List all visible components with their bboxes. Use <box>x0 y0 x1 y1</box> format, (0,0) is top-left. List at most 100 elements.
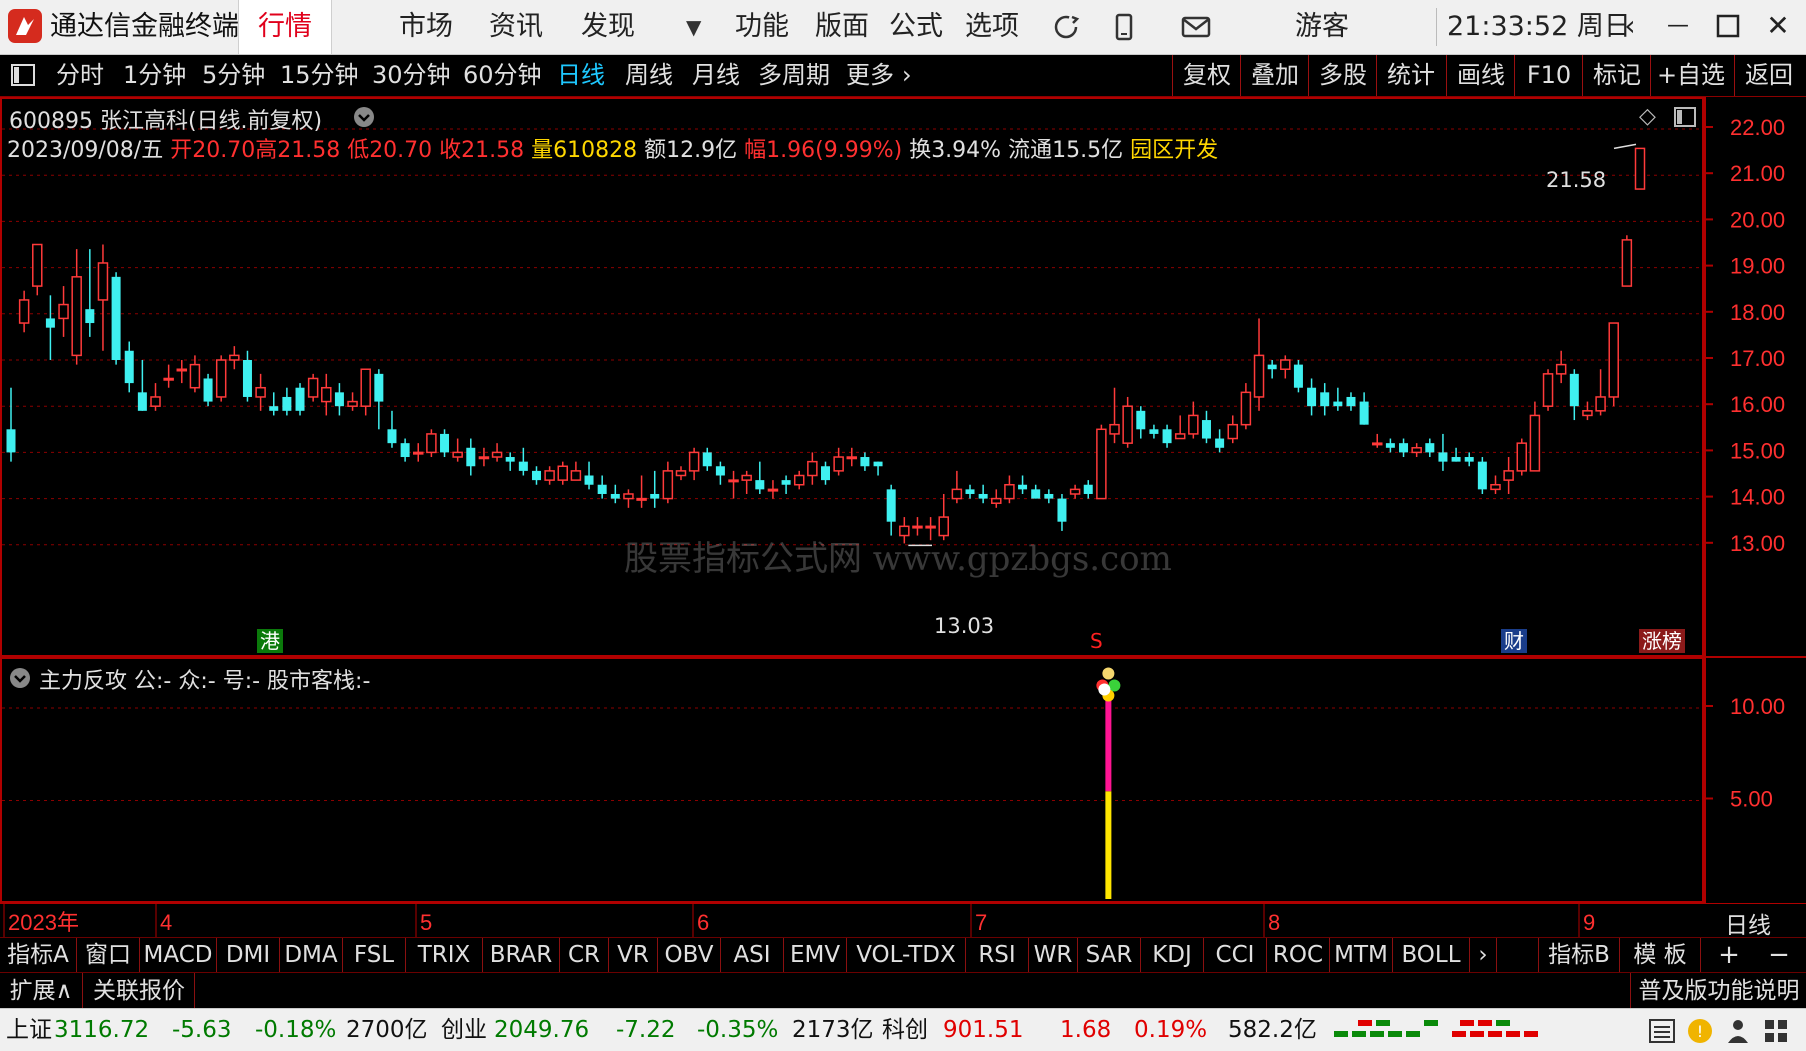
candle[interactable] <box>623 489 634 508</box>
indicator-tab[interactable]: EMV <box>784 938 847 973</box>
candle[interactable] <box>466 438 476 476</box>
candle[interactable] <box>951 470 963 504</box>
candle[interactable] <box>793 470 805 490</box>
candle[interactable] <box>1346 392 1356 411</box>
candle[interactable] <box>111 272 121 365</box>
candle[interactable] <box>662 461 674 504</box>
minimize-icon[interactable]: — <box>1656 6 1700 46</box>
candle[interactable] <box>163 364 174 388</box>
candle[interactable] <box>544 466 555 485</box>
tool-statistics[interactable]: 统计 <box>1376 55 1445 96</box>
chevron-right-icon[interactable]: › <box>1470 938 1497 973</box>
candle[interactable] <box>6 387 16 462</box>
period-5min[interactable]: 5分钟 <box>202 55 265 96</box>
top-gainer-marker[interactable]: 涨榜 <box>1639 629 1685 653</box>
candle[interactable] <box>531 466 541 485</box>
tool-adjust[interactable]: 复权 <box>1172 55 1241 96</box>
alert-icon[interactable]: ! <box>1686 1017 1714 1049</box>
candle[interactable] <box>176 360 188 384</box>
period-60min[interactable]: 60分钟 <box>463 55 542 96</box>
candle[interactable] <box>58 286 69 337</box>
period-15min[interactable]: 15分钟 <box>280 55 359 96</box>
candle[interactable] <box>1621 235 1633 287</box>
period-more[interactable]: 更多 <box>846 55 894 96</box>
indicator-tab[interactable]: DMI <box>217 938 280 973</box>
candle[interactable] <box>570 461 582 481</box>
tool-add-watchlist[interactable]: +自选 <box>1650 55 1731 96</box>
minus-icon[interactable]: − <box>1756 938 1802 973</box>
candle[interactable] <box>1385 438 1395 453</box>
candle[interactable] <box>1083 480 1093 499</box>
candle[interactable] <box>1253 318 1265 411</box>
indicator-tab[interactable]: FSL <box>343 938 406 973</box>
candle[interactable] <box>965 484 975 499</box>
candle[interactable] <box>1634 147 1646 190</box>
chevron-right-icon[interactable]: › <box>902 55 912 96</box>
candle[interactable] <box>1215 429 1225 453</box>
indicator-tab[interactable]: RSI <box>966 938 1029 973</box>
candle[interactable] <box>1529 401 1541 472</box>
candle[interactable] <box>1044 489 1054 504</box>
candle[interactable] <box>452 438 463 462</box>
period-weekly[interactable]: 周线 <box>625 55 673 96</box>
indicator-tab[interactable]: TRIX <box>406 938 483 973</box>
indicator-b-tab[interactable]: 指标B <box>1538 938 1620 973</box>
candle[interactable] <box>189 355 201 393</box>
candle[interactable] <box>715 461 725 485</box>
candle[interactable] <box>1096 424 1107 500</box>
candle[interactable] <box>1582 401 1593 421</box>
candle[interactable] <box>1608 322 1619 407</box>
candle[interactable] <box>1411 443 1422 458</box>
candle[interactable] <box>124 341 134 393</box>
candle[interactable] <box>807 452 818 485</box>
indicator-tab[interactable]: BRAR <box>483 938 560 973</box>
help-button[interactable]: 普及版功能说明 <box>1630 973 1806 1009</box>
indicator-panel[interactable]: 主力反攻 公:- 众:- 号:- 股市客栈:- <box>0 657 1704 903</box>
candle[interactable] <box>1162 424 1172 448</box>
candle[interactable] <box>991 489 1002 508</box>
candle[interactable] <box>360 368 371 416</box>
candle[interactable] <box>150 383 161 411</box>
candle[interactable] <box>1451 447 1461 462</box>
finance-marker[interactable]: 财 <box>1501 629 1527 653</box>
candle[interactable] <box>1031 484 1041 499</box>
candle[interactable] <box>1227 415 1238 444</box>
candle[interactable] <box>597 475 607 499</box>
candle[interactable] <box>1307 378 1317 416</box>
kline-chart-panel[interactable]: 600895 张江高科(日线.前复权) 2023/09/08/五 开20.70高… <box>0 97 1704 657</box>
candle[interactable] <box>1320 383 1330 416</box>
candle[interactable] <box>1477 457 1487 494</box>
related-quotes-button[interactable]: 关联报价 <box>84 973 195 1009</box>
maximize-icon[interactable] <box>1706 6 1750 57</box>
candle[interactable] <box>242 350 252 402</box>
candle[interactable] <box>610 484 620 504</box>
indicator-tab[interactable]: MTM <box>1330 938 1393 973</box>
candle[interactable] <box>702 447 712 471</box>
candle[interactable] <box>1280 355 1291 379</box>
candle[interactable] <box>229 346 240 370</box>
candle[interactable] <box>491 443 503 462</box>
indicator-tab[interactable]: ROC <box>1267 938 1330 973</box>
candle[interactable] <box>650 470 660 508</box>
candle[interactable] <box>1438 433 1448 471</box>
candle[interactable] <box>675 466 687 481</box>
candle[interactable] <box>728 470 739 499</box>
candle[interactable] <box>334 383 344 416</box>
candle[interactable] <box>978 484 988 504</box>
candle[interactable] <box>1069 484 1081 499</box>
candle[interactable] <box>1057 493 1067 531</box>
candle[interactable] <box>1503 457 1514 494</box>
period-timeshare[interactable]: 分时 <box>56 55 104 96</box>
candle[interactable] <box>860 452 870 471</box>
signal-s-marker[interactable]: S <box>1090 629 1103 653</box>
candle[interactable] <box>781 475 791 494</box>
candle[interactable] <box>1399 438 1409 458</box>
candle[interactable] <box>1201 410 1211 444</box>
candle[interactable] <box>282 387 292 416</box>
market-breadth-icon[interactable] <box>1324 1017 1564 1045</box>
indicator-tab[interactable]: OBV <box>658 938 721 973</box>
tab-functions[interactable]: 功能 <box>716 0 808 54</box>
period-1min[interactable]: 1分钟 <box>123 55 186 96</box>
candle[interactable] <box>1174 415 1186 440</box>
mobile-icon[interactable] <box>1112 8 1136 57</box>
